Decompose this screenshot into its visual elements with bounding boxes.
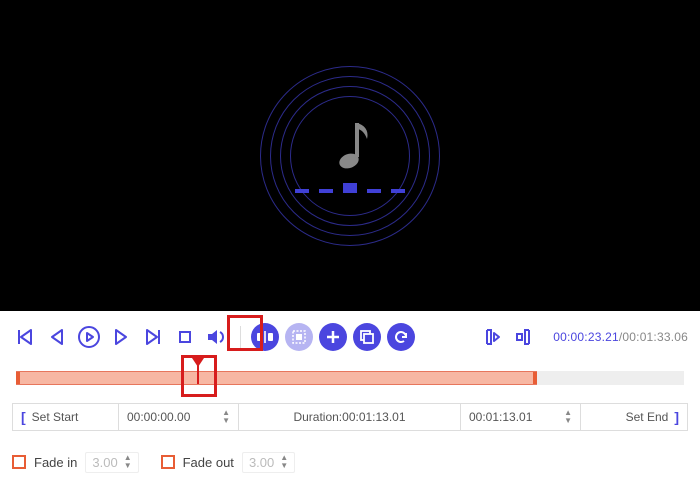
total-time: 00:01:33.06 xyxy=(622,330,688,344)
timeline[interactable] xyxy=(12,363,688,393)
stop-button[interactable] xyxy=(172,324,198,350)
undo-button[interactable] xyxy=(387,323,415,351)
crop-button[interactable] xyxy=(285,323,313,351)
fade-out-value-field[interactable]: 3.00 ▲▼ xyxy=(242,452,295,473)
playhead[interactable] xyxy=(191,358,205,384)
fade-in-value-field[interactable]: 3.00 ▲▼ xyxy=(85,452,138,473)
equalizer-bars xyxy=(295,183,405,193)
set-end-label: Set End xyxy=(626,410,669,424)
selection-handle-right[interactable] xyxy=(533,372,537,384)
copy-segment-button[interactable] xyxy=(353,323,381,351)
start-time-field[interactable]: 00:00:00.00 ▲▼ xyxy=(119,404,239,430)
fade-in-stepper[interactable]: ▲▼ xyxy=(124,455,132,469)
controls-panel: 00:00:23.21/00:01:33.06 [ Set Start 00:0… xyxy=(0,311,700,503)
start-time-value: 00:00:00.00 xyxy=(127,410,190,424)
play-button[interactable] xyxy=(76,324,102,350)
end-time-stepper[interactable]: ▲▼ xyxy=(564,410,572,424)
current-time: 00:00:23.21 xyxy=(553,330,619,344)
mark-in-button[interactable] xyxy=(479,324,505,350)
range-row: [ Set Start 00:00:00.00 ▲▼ Duration:00:0… xyxy=(12,403,688,431)
fade-in-value: 3.00 xyxy=(92,455,117,470)
start-time-stepper[interactable]: ▲▼ xyxy=(222,410,230,424)
set-start-button[interactable]: [ Set Start xyxy=(13,404,119,430)
fade-row: Fade in 3.00 ▲▼ Fade out 3.00 ▲▼ xyxy=(12,449,688,475)
mark-out-button[interactable] xyxy=(511,324,537,350)
frame-back-button[interactable] xyxy=(44,324,70,350)
music-note-icon xyxy=(327,119,373,175)
timecode-display: 00:00:23.21/00:01:33.06 xyxy=(553,330,688,344)
fade-in-checkbox[interactable] xyxy=(12,455,26,469)
selection-handle-left[interactable] xyxy=(16,372,20,384)
end-time-value: 00:01:13.01 xyxy=(469,410,532,424)
add-segment-button[interactable] xyxy=(319,323,347,351)
fade-out-label: Fade out xyxy=(183,455,234,470)
set-end-button[interactable]: Set End ] xyxy=(581,404,687,430)
preview-area xyxy=(0,0,700,311)
bracket-open-icon: [ xyxy=(21,409,26,425)
volume-button[interactable] xyxy=(204,324,230,350)
fade-in-label: Fade in xyxy=(34,455,77,470)
audio-visualizer xyxy=(260,66,440,246)
go-start-button[interactable] xyxy=(12,324,38,350)
fade-out-checkbox[interactable] xyxy=(161,455,175,469)
timeline-selection[interactable] xyxy=(16,371,537,385)
duration-value: 00:01:13.01 xyxy=(342,410,405,424)
set-start-label: Set Start xyxy=(32,410,79,424)
frame-fwd-button[interactable] xyxy=(108,324,134,350)
end-time-field[interactable]: 00:01:13.01 ▲▼ xyxy=(461,404,581,430)
playback-toolbar: 00:00:23.21/00:01:33.06 xyxy=(12,317,688,357)
duration-label: Duration: xyxy=(293,410,342,424)
fade-out-stepper[interactable]: ▲▼ xyxy=(280,455,288,469)
duration-display: Duration:00:01:13.01 xyxy=(239,404,461,430)
fade-out-value: 3.00 xyxy=(249,455,274,470)
go-end-button[interactable] xyxy=(140,324,166,350)
split-button[interactable] xyxy=(251,323,279,351)
bracket-close-icon: ] xyxy=(674,409,679,425)
